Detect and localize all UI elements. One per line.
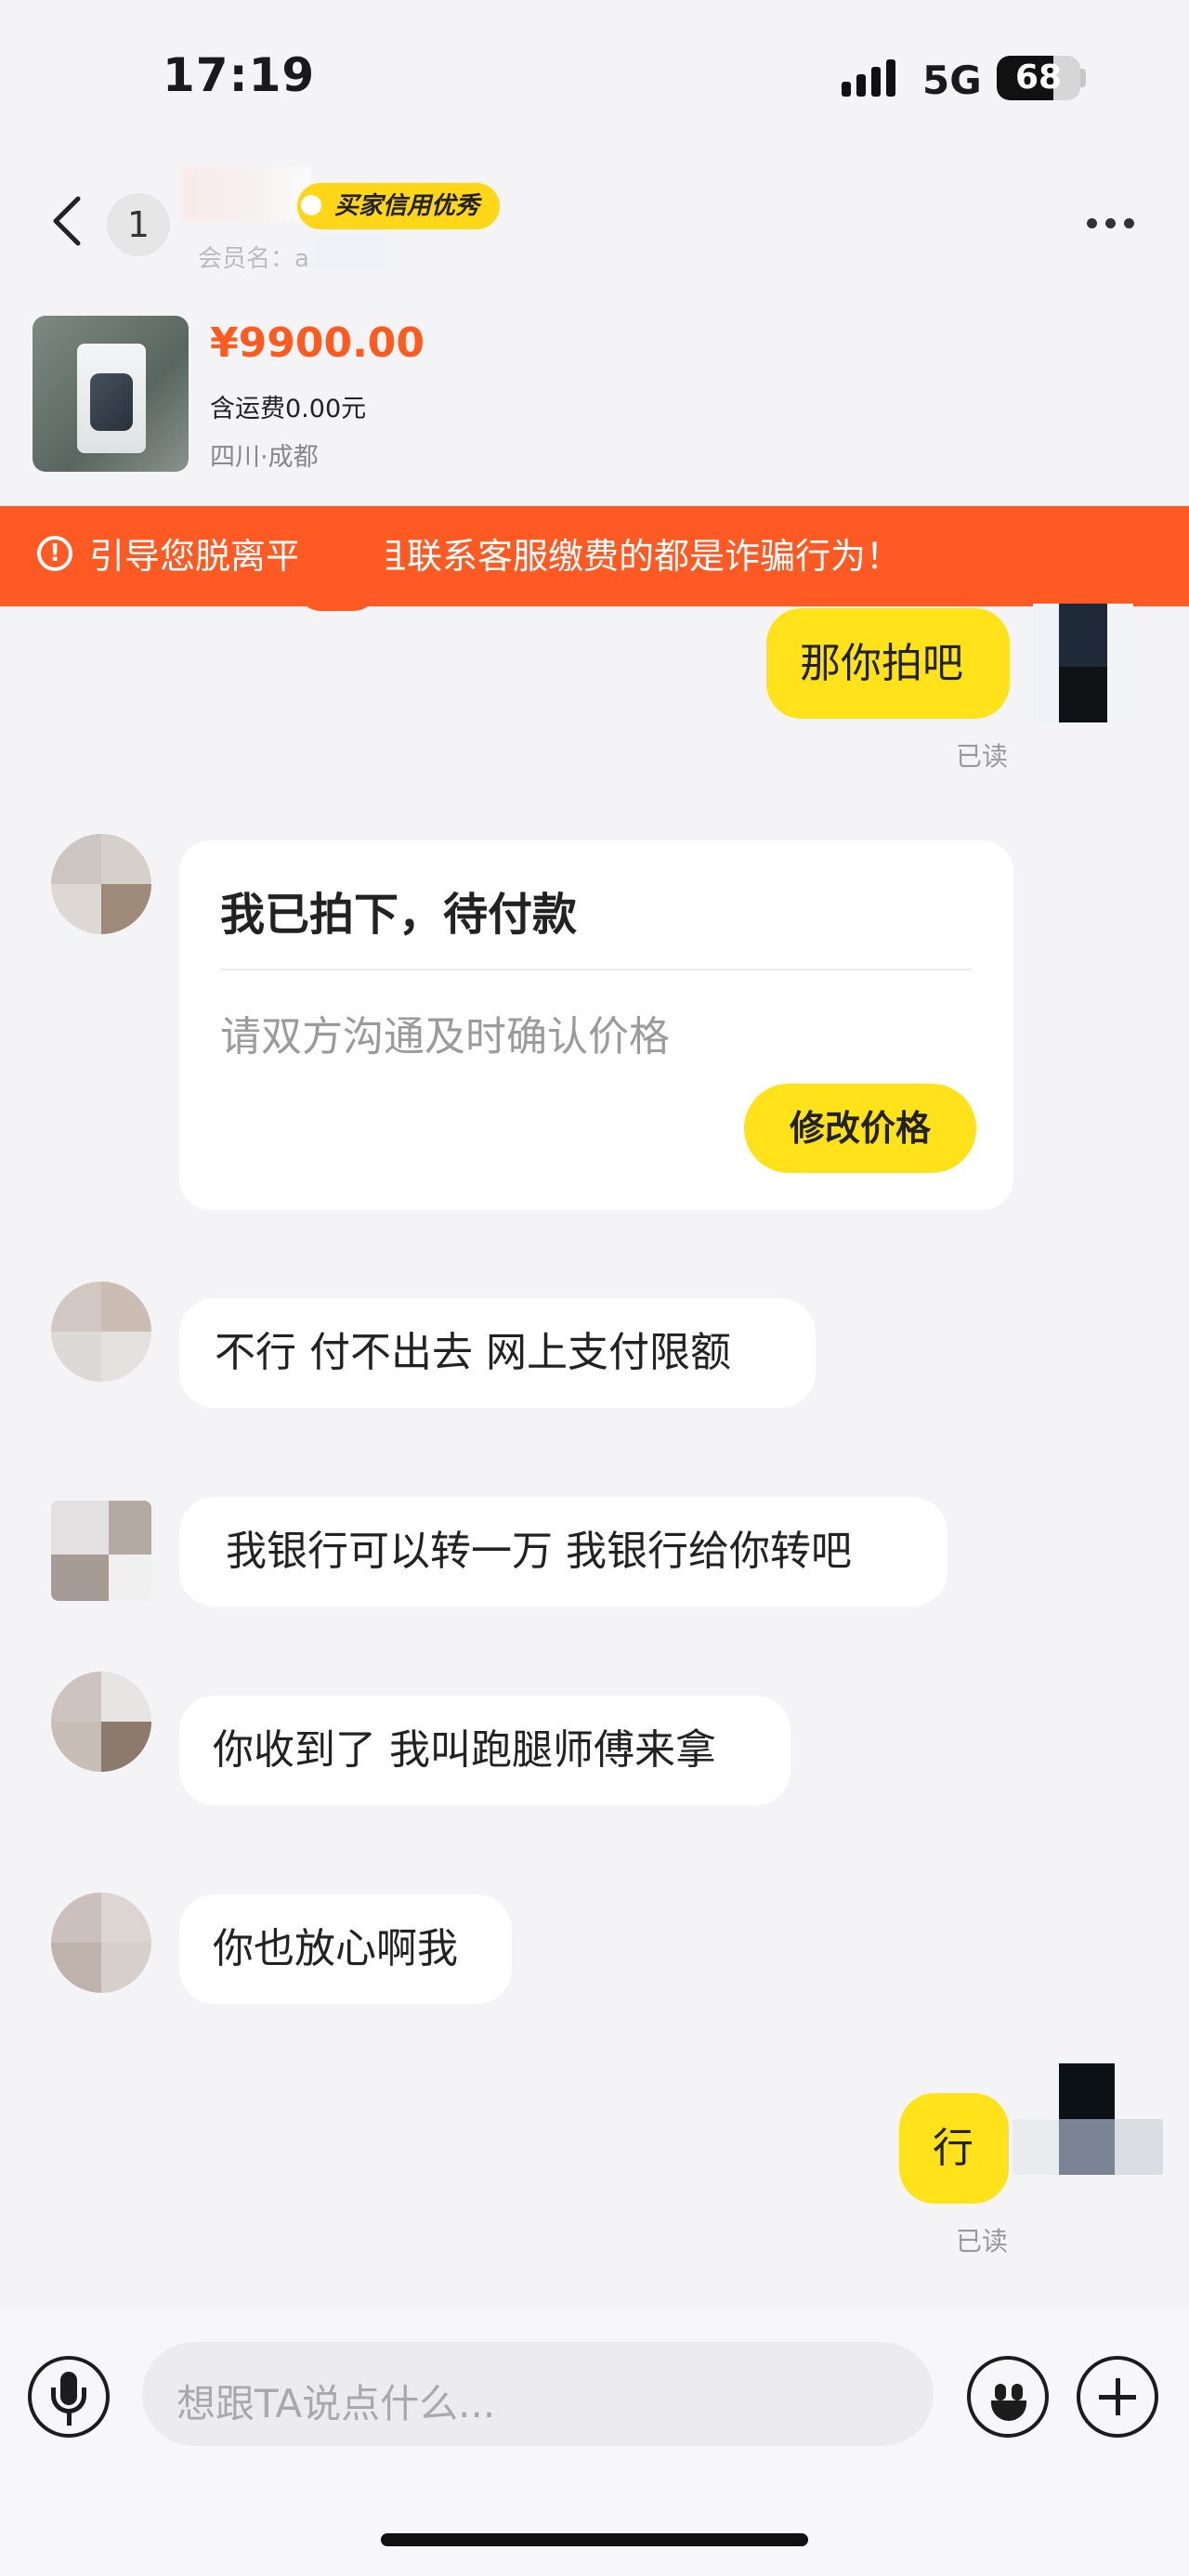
- message-bubble-outgoing[interactable]: 行: [899, 2093, 1009, 2204]
- contact-name-blurred: [181, 167, 311, 221]
- status-time: 17:19: [163, 48, 316, 102]
- member-name: 会员名：a: [198, 245, 309, 273]
- fraud-warning-banner: ! 引导您脱离平台并且联系客服缴费的都是诈骗行为！: [0, 506, 1189, 606]
- my-avatar[interactable]: [1013, 2063, 1170, 2182]
- fraud-warning-text: 引导您脱离平台并且联系客服缴费的都是诈骗行为！: [89, 536, 902, 577]
- signal-icon: [842, 58, 903, 97]
- message-bubble-incoming[interactable]: 我银行可以转一万 我银行给你转吧: [179, 1497, 947, 1607]
- other-avatar[interactable]: [51, 1672, 151, 1772]
- plus-icon[interactable]: [1077, 2356, 1158, 2438]
- message-bubble-incoming[interactable]: 不行 付不出去 网上支付限额: [179, 1298, 816, 1408]
- product-location: 四川·成都: [210, 443, 319, 472]
- order-card-divider: [220, 969, 973, 970]
- order-card-subtitle: 请双方沟通及时确认价格: [220, 1013, 670, 1060]
- battery-tip: [1080, 69, 1086, 87]
- unread-count-badge[interactable]: 1: [107, 193, 170, 256]
- member-name-blurred: [311, 234, 389, 271]
- other-avatar[interactable]: [51, 1281, 151, 1382]
- message-bubble-incoming[interactable]: 你收到了 我叫跑腿师傅来拿: [179, 1696, 790, 1805]
- message-bubble-incoming[interactable]: 你也放心啊我: [179, 1894, 512, 2004]
- read-status: 已读: [956, 741, 1009, 772]
- order-card-title: 我已拍下，待付款: [220, 889, 578, 941]
- other-avatar[interactable]: [51, 834, 151, 934]
- my-avatar[interactable]: [1033, 604, 1133, 722]
- modify-price-button[interactable]: 修改价格: [744, 1084, 976, 1173]
- home-indicator[interactable]: [381, 2533, 808, 2546]
- back-arrow-icon[interactable]: [45, 193, 91, 249]
- banner-occlusion-tail: [295, 585, 379, 611]
- more-dots-icon[interactable]: [1087, 218, 1134, 228]
- message-input-placeholder: 想跟TA说点什么...: [176, 2381, 496, 2426]
- microphone-icon[interactable]: [28, 2356, 110, 2438]
- product-thumbnail[interactable]: [33, 316, 189, 472]
- credit-badge-icon: [301, 195, 321, 215]
- exclamation-circle-icon: !: [37, 536, 72, 571]
- message-bubble-outgoing[interactable]: 那你拍吧: [766, 608, 1010, 719]
- product-price: ¥9900.00: [210, 319, 425, 367]
- other-avatar[interactable]: [51, 1501, 151, 1601]
- phone-box-image: [77, 344, 146, 453]
- emoji-icon[interactable]: [967, 2356, 1049, 2438]
- battery-level: 68: [1014, 59, 1063, 97]
- battery-icon: 68: [997, 56, 1080, 100]
- shipping-fee: 含运费0.00元: [210, 395, 367, 423]
- network-type: 5G: [922, 58, 982, 103]
- read-status: 已读: [956, 2226, 1009, 2257]
- credit-badge[interactable]: 买家信用优秀: [297, 183, 501, 229]
- other-avatar[interactable]: [51, 1893, 151, 1993]
